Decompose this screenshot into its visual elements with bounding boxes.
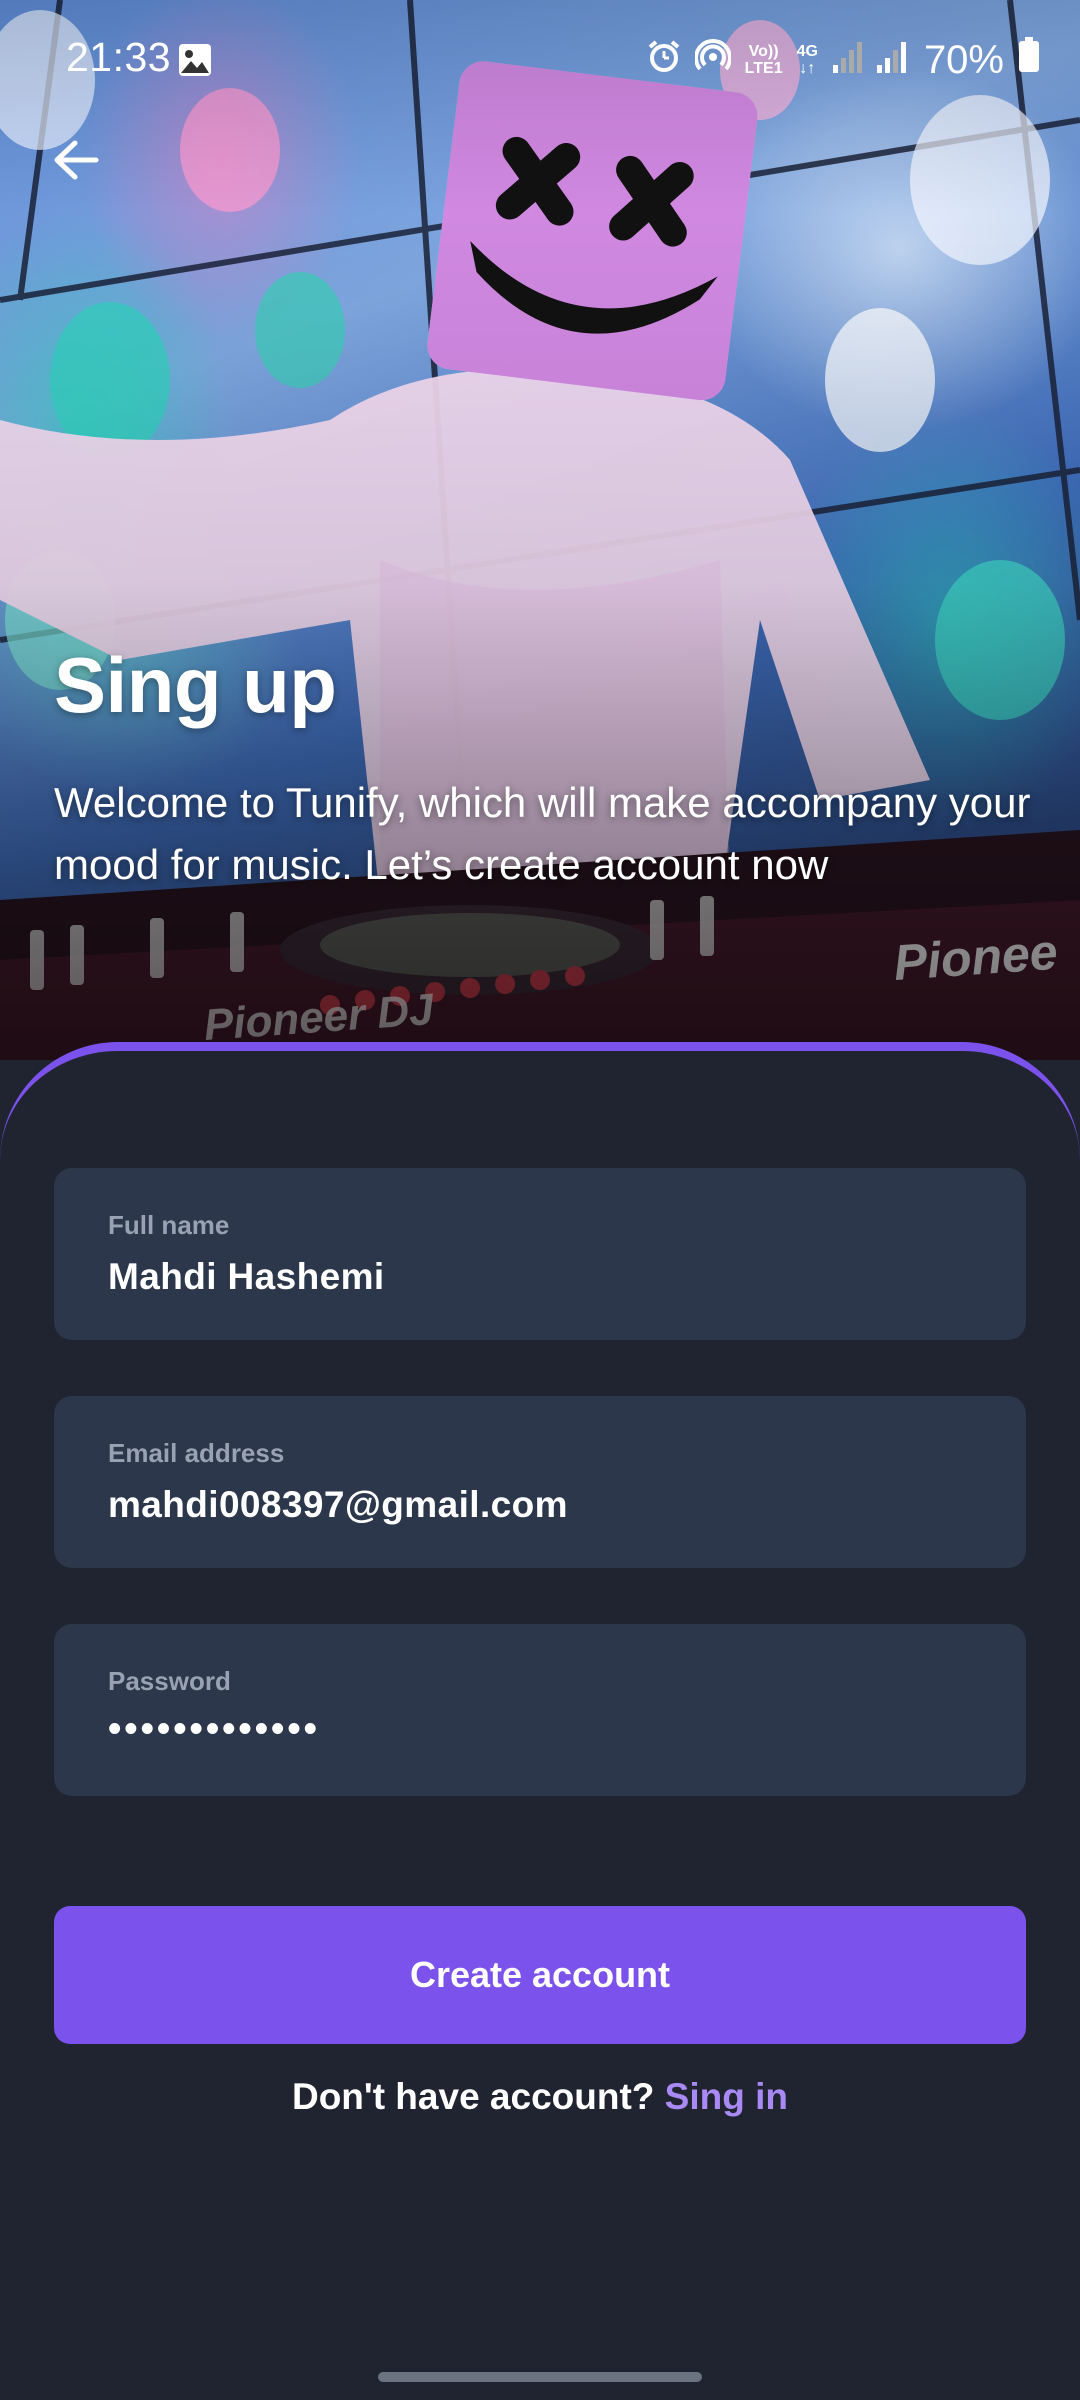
hero-gradient-overlay bbox=[0, 0, 1080, 1060]
home-indicator[interactable] bbox=[378, 2372, 702, 2382]
status-icons: Vo)) LTE1 4G ↓↑ 70% bbox=[647, 36, 1040, 84]
signup-screen: Pionee Pioneer DJ 21:33 bbox=[0, 0, 1080, 2400]
password-field[interactable]: Password ••••••••••••• bbox=[54, 1624, 1026, 1796]
battery-icon bbox=[1018, 37, 1040, 83]
full-name-field[interactable]: Full name Mahdi Hashemi bbox=[54, 1168, 1026, 1340]
full-name-label: Full name bbox=[108, 1210, 230, 1240]
password-label: Password bbox=[108, 1666, 231, 1696]
arrow-left-icon bbox=[54, 140, 99, 180]
page-title: Sing up bbox=[54, 641, 337, 729]
back-button[interactable] bbox=[46, 130, 106, 190]
volte-label: Vo)) bbox=[748, 43, 779, 60]
alarm-icon bbox=[647, 38, 681, 83]
full-name-input[interactable]: Mahdi Hashemi bbox=[108, 1256, 968, 1298]
data-type-indicator: 4G ↓↑ bbox=[796, 43, 818, 77]
lte-label: LTE1 bbox=[744, 60, 783, 77]
email-input[interactable]: mahdi008397@gmail.com bbox=[108, 1484, 968, 1526]
sign-in-link[interactable]: Sing in bbox=[665, 2076, 788, 2117]
page-subtitle: Welcome to Tunify, which will make accom… bbox=[54, 779, 1031, 888]
hotspot-icon bbox=[693, 37, 732, 83]
signin-prompt-text: Don't have account? bbox=[291, 2076, 655, 2117]
email-field[interactable]: Email address mahdi008397@gmail.com bbox=[54, 1396, 1026, 1568]
signal-icon bbox=[876, 38, 906, 83]
hero-image: Pionee Pioneer DJ bbox=[0, 0, 1080, 1060]
data-type-label: 4G bbox=[796, 43, 818, 60]
signin-prompt: Don't have account? Sing in bbox=[0, 2076, 1080, 2118]
password-input[interactable]: ••••••••••••• bbox=[108, 1708, 968, 1751]
email-label: Email address bbox=[108, 1438, 285, 1468]
create-account-button[interactable]: Create account bbox=[54, 1906, 1026, 2044]
signal-icon bbox=[832, 38, 862, 83]
gallery-icon bbox=[178, 42, 212, 87]
battery-percent: 70% bbox=[923, 37, 1004, 82]
volte-indicator: Vo)) LTE1 bbox=[745, 43, 783, 77]
status-time: 21:33 bbox=[66, 34, 172, 80]
status-bar: 21:33 Vo)) LTE1 4G ↓↑ 70% bbox=[0, 0, 1080, 120]
